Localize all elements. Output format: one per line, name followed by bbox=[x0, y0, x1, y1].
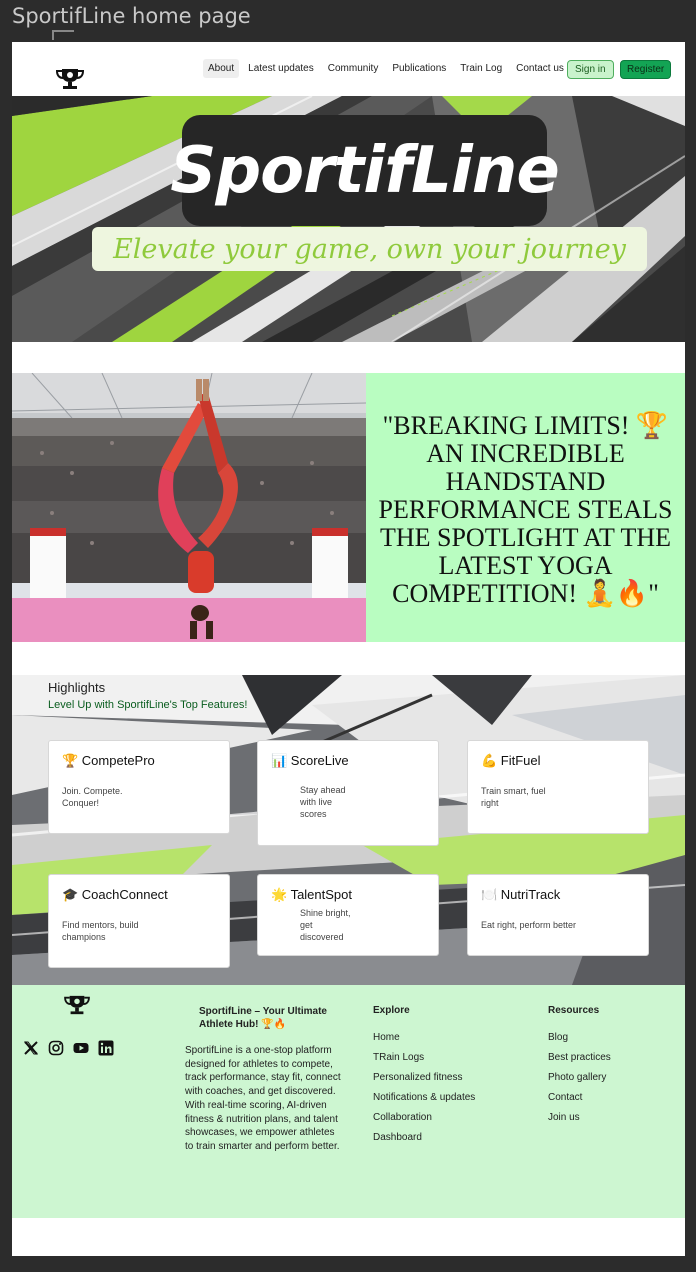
linkedin-icon[interactable] bbox=[98, 1040, 114, 1056]
card-description: Find mentors, build champions bbox=[62, 920, 139, 942]
card-description: Join. Compete. Conquer! bbox=[62, 786, 123, 808]
hero-tagline: Elevate your game, own your journey bbox=[92, 227, 647, 271]
frame-corner-marker bbox=[52, 30, 74, 40]
footer-link-photo-gallery[interactable]: Photo gallery bbox=[548, 1072, 611, 1083]
card-description: Train smart, fuel right bbox=[481, 786, 546, 808]
card-title: 🏆 CompetePro bbox=[62, 753, 155, 768]
feature-card-nutritrack[interactable]: 🍽️ NutriTrack Eat right, perform better bbox=[467, 874, 649, 956]
footer-link-dashboard[interactable]: Dashboard bbox=[373, 1132, 475, 1143]
nav-about[interactable]: About bbox=[203, 59, 240, 78]
home-page: About Latest updates Community Publicati… bbox=[12, 42, 685, 1256]
nav-community[interactable]: Community bbox=[323, 59, 384, 78]
card-description: Eat right, perform better bbox=[481, 920, 577, 930]
trophy-logo-icon[interactable] bbox=[63, 994, 91, 1016]
hero-brand-title: SportifLine bbox=[170, 115, 560, 226]
card-title: 🎓 CoachConnect bbox=[62, 887, 168, 902]
card-title: 🌟 TalentSpot bbox=[271, 887, 352, 902]
feature-card-competepro[interactable]: 🏆 CompetePro Join. Compete. Conquer! bbox=[48, 740, 230, 834]
feature-card-coachconnect[interactable]: 🎓 CoachConnect Find mentors, build champ… bbox=[48, 874, 230, 968]
sign-in-button[interactable]: Sign in bbox=[567, 60, 614, 79]
nav-publications[interactable]: Publications bbox=[387, 59, 451, 78]
card-title: 🍽️ NutriTrack bbox=[481, 887, 561, 902]
footer-resources-column: Resources Blog Best practices Photo gall… bbox=[548, 1005, 611, 1132]
card-title: 📊 ScoreLive bbox=[271, 753, 349, 768]
footer-link-best-practices[interactable]: Best practices bbox=[548, 1052, 611, 1063]
register-button[interactable]: Register bbox=[620, 60, 672, 79]
feature-card-fitfuel[interactable]: 💪 FitFuel Train smart, fuel right bbox=[467, 740, 649, 834]
highlights-subtitle: Level Up with SportifLine's Top Features… bbox=[48, 699, 248, 711]
card-description: Shine bright, get discovered bbox=[300, 908, 351, 942]
hero-banner: SportifLine Elevate your game, own your … bbox=[12, 96, 685, 342]
main-nav: About Latest updates Community Publicati… bbox=[203, 59, 569, 78]
resources-heading: Resources bbox=[548, 1005, 600, 1016]
footer-explore-column: Explore Home TRain Logs Personalized fit… bbox=[373, 1005, 475, 1152]
explore-heading: Explore bbox=[373, 1005, 410, 1016]
footer-link-notifications[interactable]: Notifications & updates bbox=[373, 1092, 475, 1103]
highlights-title: Highlights bbox=[48, 680, 106, 695]
feature-card-talentspot[interactable]: 🌟 TalentSpot Shine bright, get discovere… bbox=[257, 874, 439, 956]
footer-link-train-logs[interactable]: TRain Logs bbox=[373, 1052, 475, 1063]
footer-link-collaboration[interactable]: Collaboration bbox=[373, 1112, 475, 1123]
story-headline: "BREAKING LIMITS! 🏆 AN INCREDIBLE HANDST… bbox=[378, 410, 673, 608]
footer: SportifLine – Your Ultimate Athlete Hub!… bbox=[12, 985, 685, 1218]
card-title: 💪 FitFuel bbox=[481, 753, 541, 768]
card-description: Stay ahead with live scores bbox=[300, 785, 346, 819]
footer-link-blog[interactable]: Blog bbox=[548, 1032, 611, 1043]
stadium-image bbox=[12, 373, 366, 642]
handstand-photo[interactable] bbox=[12, 373, 366, 642]
feature-card-scorelive[interactable]: 📊 ScoreLive Stay ahead with live scores bbox=[257, 740, 439, 846]
header: About Latest updates Community Publicati… bbox=[12, 42, 685, 96]
nav-train-log[interactable]: Train Log bbox=[455, 59, 507, 78]
footer-link-home[interactable]: Home bbox=[373, 1032, 475, 1043]
footer-link-join-us[interactable]: Join us bbox=[548, 1112, 611, 1123]
featured-story: "BREAKING LIMITS! 🏆 AN INCREDIBLE HANDST… bbox=[12, 373, 685, 642]
story-headline-panel: "BREAKING LIMITS! 🏆 AN INCREDIBLE HANDST… bbox=[366, 373, 685, 642]
nav-contact-us[interactable]: Contact us bbox=[511, 59, 569, 78]
trophy-logo-icon[interactable] bbox=[55, 67, 85, 91]
footer-headline: SportifLine – Your Ultimate Athlete Hub!… bbox=[199, 1006, 327, 1030]
social-links bbox=[23, 1040, 114, 1056]
footer-about-text: SportifLine is a one-stop platform desig… bbox=[185, 1045, 341, 1152]
x-icon[interactable] bbox=[23, 1040, 39, 1056]
youtube-icon[interactable] bbox=[73, 1040, 89, 1056]
footer-link-contact[interactable]: Contact bbox=[548, 1092, 611, 1103]
instagram-icon[interactable] bbox=[48, 1040, 64, 1056]
highlights-section: Highlights Level Up with SportifLine's T… bbox=[12, 675, 685, 985]
nav-latest-updates[interactable]: Latest updates bbox=[243, 59, 319, 78]
footer-link-personalized-fitness[interactable]: Personalized fitness bbox=[373, 1072, 475, 1083]
frame-title: SportifLine home page bbox=[12, 4, 251, 28]
